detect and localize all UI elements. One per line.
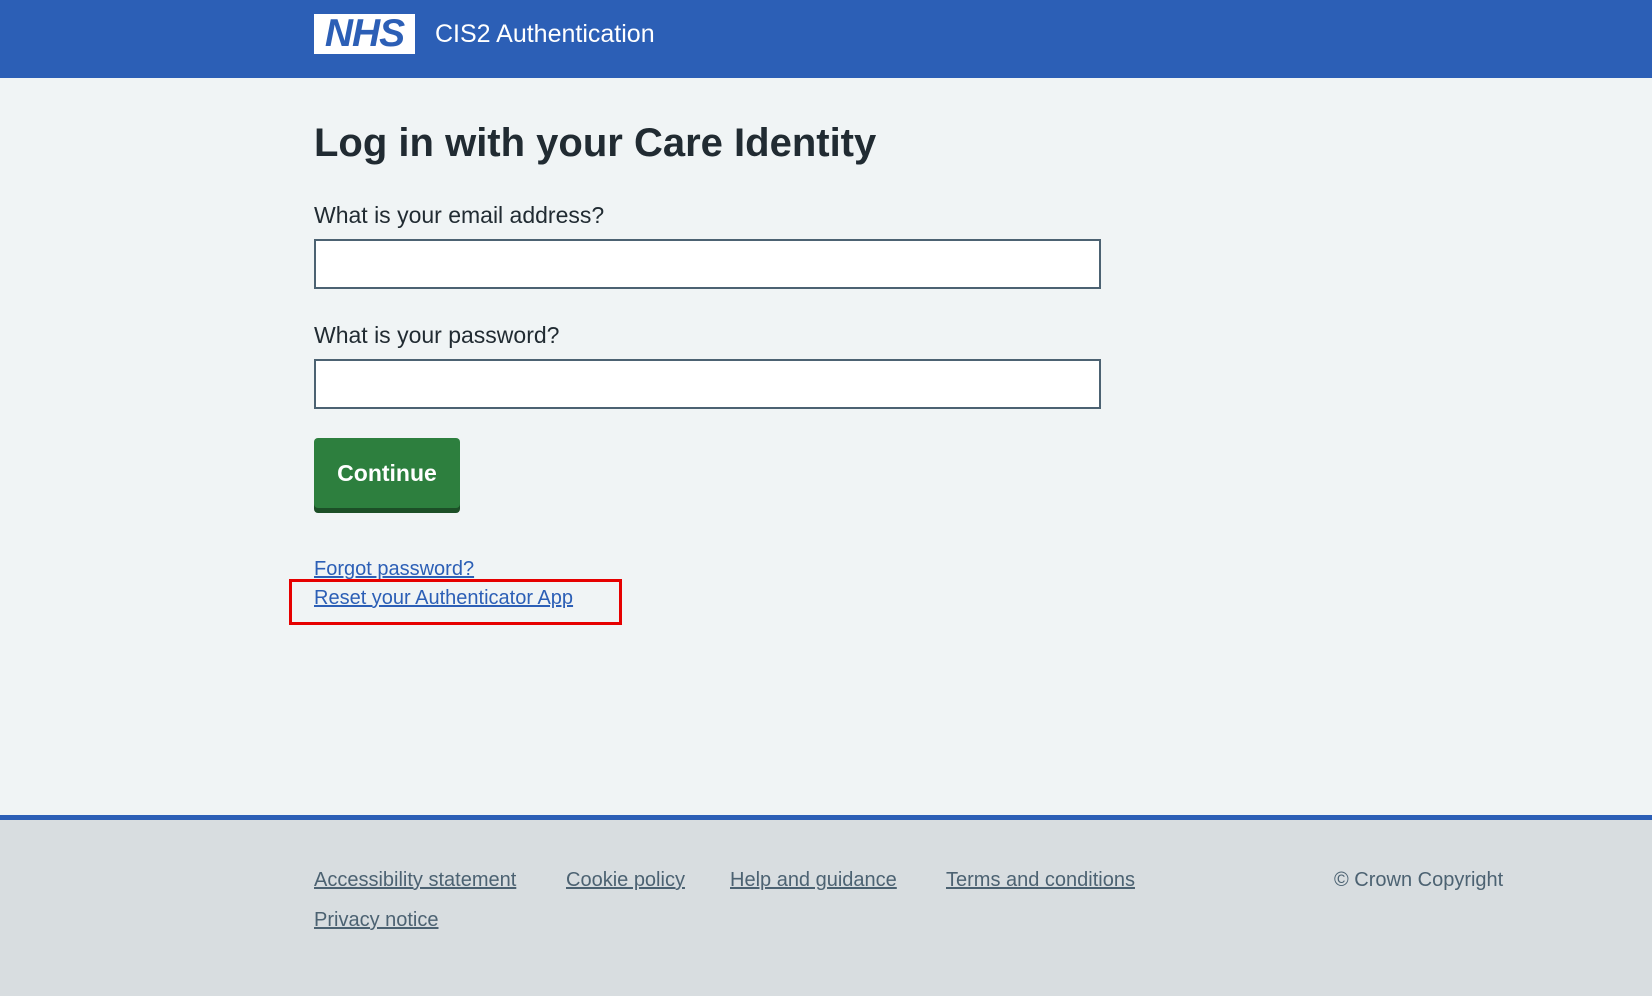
footer-link-privacy[interactable]: Privacy notice — [314, 906, 439, 934]
password-label: What is your password? — [314, 322, 560, 348]
reset-authenticator-link[interactable]: Reset your Authenticator App — [314, 584, 573, 612]
copyright-text: © Crown Copyright — [1334, 869, 1504, 891]
continue-button[interactable]: Continue — [314, 438, 460, 508]
password-input[interactable] — [314, 359, 1101, 409]
page-title: Log in with your Care Identity — [314, 121, 877, 165]
site-header: NHS CIS2 Authentication — [0, 0, 1652, 78]
service-name-link[interactable]: CIS2 Authentication — [435, 17, 655, 51]
nhs-logo-text: NHS — [324, 12, 405, 55]
footer-link-cookie-policy[interactable]: Cookie policy — [566, 866, 685, 894]
footer-link-accessibility[interactable]: Accessibility statement — [314, 866, 516, 894]
footer-link-terms[interactable]: Terms and conditions — [946, 866, 1135, 894]
site-footer: Accessibility statement Cookie policy He… — [0, 815, 1652, 996]
forgot-password-link[interactable]: Forgot password? — [314, 555, 474, 583]
footer-link-help[interactable]: Help and guidance — [730, 866, 897, 894]
nhs-logo[interactable]: NHS — [314, 14, 415, 54]
email-label: What is your email address? — [314, 202, 605, 228]
email-input[interactable] — [314, 239, 1101, 289]
